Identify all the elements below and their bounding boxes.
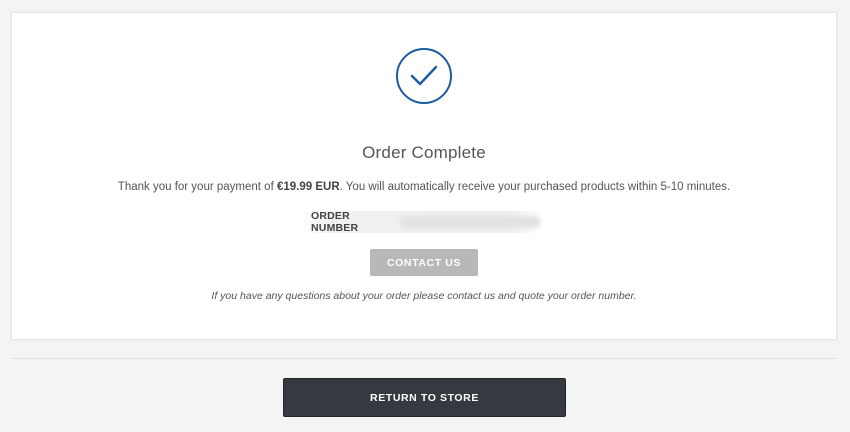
page-title: Order Complete <box>362 143 486 162</box>
payment-message: Thank you for your payment of €19.99 EUR… <box>12 181 836 193</box>
return-to-store-button[interactable]: RETURN TO STORE <box>283 378 566 417</box>
payment-message-suffix: . You will automatically receive your pu… <box>339 181 731 193</box>
payment-amount: €19.99 EUR <box>276 181 340 193</box>
order-confirmation-card: Order Complete Thank you for your paymen… <box>11 12 837 340</box>
order-number-value-redacted <box>399 216 541 228</box>
order-number-row: ORDER NUMBER <box>301 210 541 234</box>
support-note: If you have any questions about your ord… <box>211 290 637 302</box>
divider <box>11 358 837 359</box>
contact-us-button[interactable]: CONTACT US <box>370 249 478 276</box>
order-number-label: ORDER NUMBER <box>311 210 359 234</box>
checkmark-icon <box>396 48 452 104</box>
payment-message-prefix: Thank you for your payment of <box>117 181 277 193</box>
